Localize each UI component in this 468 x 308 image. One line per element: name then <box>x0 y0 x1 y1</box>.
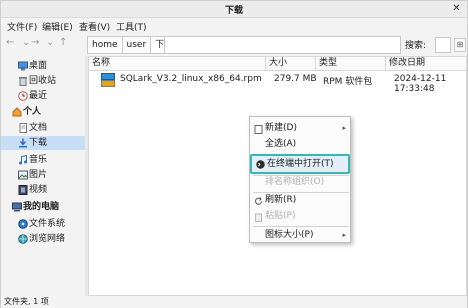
sidebar-item-network[interactable]: 浏览网络 <box>1 232 85 246</box>
menu-item-paste: 粘贴(P) <box>250 208 350 225</box>
column-header-type[interactable]: 类型 <box>316 57 386 71</box>
file-modified: 2024-12-11 17:33:48 <box>394 74 447 94</box>
file-name: SQLark_V3.2_linux_x86_64.rpm <box>120 74 262 84</box>
menu-item-sort-by: 排名称组织(O) <box>250 174 350 191</box>
back-icon[interactable]: ← <box>6 37 14 48</box>
menu-item-icon-size[interactable]: 图标大小(P) ▸ <box>250 227 350 244</box>
window-title: 下载 <box>224 6 243 16</box>
file-manager-window: 下载 ✕ 文件(F) 编辑(E) 查看(V) 工具(T) ← ⌄ → ⌄ ↑ h… <box>0 0 468 308</box>
sidebar-item-filesystem[interactable]: 文件系统 <box>1 217 85 231</box>
download-icon <box>18 138 28 148</box>
file-size: 279.7 MB <box>274 74 317 84</box>
sidebar-item-label: 我的电脑 <box>23 202 60 212</box>
sidebar-item-downloads[interactable]: 下载 <box>1 136 85 150</box>
search-input[interactable] <box>435 37 451 53</box>
picture-icon <box>18 170 28 180</box>
context-menu: 新建(D) ▸ 全选(A) 在终端中打开(T) 排名称组织(O) 刷新(R) 粘… <box>249 116 351 243</box>
terminal-icon <box>256 159 265 169</box>
paste-icon <box>254 212 263 222</box>
sidebar-item-label: 最近 <box>29 91 48 101</box>
sidebar-item-videos[interactable]: 视频 <box>1 183 85 197</box>
breadcrumb-user[interactable]: user <box>121 36 152 54</box>
menu-item-label: 粘贴(P) <box>265 211 296 221</box>
search-label: 搜索: <box>405 41 427 51</box>
forward-icon[interactable]: → <box>31 37 39 48</box>
network-icon <box>18 234 28 244</box>
menu-item-open-terminal[interactable]: 在终端中打开(T) <box>250 154 350 174</box>
video-icon <box>18 185 28 195</box>
document-icon <box>18 123 28 133</box>
title-bar: 下载 ✕ <box>1 1 467 18</box>
sidebar-item-label: 音乐 <box>29 155 48 165</box>
sidebar-item-documents[interactable]: 文档 <box>1 121 85 135</box>
close-icon[interactable]: ✕ <box>450 3 463 16</box>
dropdown-icon[interactable]: ⌄ <box>46 37 54 48</box>
computer-icon <box>12 202 22 212</box>
desktop-icon <box>18 61 28 71</box>
music-icon <box>18 154 28 165</box>
sidebar-item-label: 视频 <box>29 185 48 195</box>
sidebar-item-trash[interactable]: 回收站 <box>1 74 85 88</box>
menu-tools[interactable]: 工具(T) <box>116 20 147 33</box>
menu-item-label: 在终端中打开(T) <box>267 159 334 169</box>
menu-item-label: 新建(D) <box>265 123 297 133</box>
sidebar: 桌面 回收站 最近 个人 文档 下载 音乐 图片 视频 我的电脑 文件系统 浏览… <box>1 56 85 296</box>
dropdown-icon[interactable]: ⌄ <box>22 37 30 48</box>
column-header-size[interactable]: 大小 <box>266 57 316 71</box>
grid-view-icon[interactable]: ⊞ <box>454 38 466 52</box>
menu-item-label: 刷新(R) <box>265 195 297 205</box>
refresh-icon <box>254 196 263 205</box>
submenu-arrow-icon: ▸ <box>342 124 346 132</box>
sidebar-item-label: 下载 <box>29 138 48 148</box>
sidebar-item-label: 文档 <box>29 123 48 133</box>
sidebar-item-label: 回收站 <box>29 76 57 86</box>
menu-file[interactable]: 文件(F) <box>7 20 37 33</box>
up-icon[interactable]: ↑ <box>59 37 67 48</box>
menu-item-select-all[interactable]: 全选(A) <box>250 136 350 153</box>
sidebar-item-recent[interactable]: 最近 <box>1 89 85 103</box>
sidebar-item-label: 浏览网络 <box>29 234 66 244</box>
sidebar-item-music[interactable]: 音乐 <box>1 153 85 167</box>
recent-icon <box>18 91 28 101</box>
menu-item-label: 图标大小(P) <box>265 230 314 240</box>
menu-view[interactable]: 查看(V) <box>79 20 110 33</box>
column-header-name[interactable]: 名称 <box>89 57 266 71</box>
menu-item-new[interactable]: 新建(D) ▸ <box>250 120 350 137</box>
submenu-arrow-icon: ▸ <box>342 231 346 239</box>
rpm-package-icon <box>101 73 115 87</box>
file-type: RPM 软件包 <box>323 77 373 87</box>
menu-item-label: 排名称组织(O) <box>265 177 325 187</box>
status-bar: 文件夹, 1 项 <box>1 297 467 308</box>
menu-edit[interactable]: 编辑(E) <box>42 20 73 33</box>
menu-bar: 文件(F) 编辑(E) 查看(V) 工具(T) <box>1 18 467 34</box>
filesystem-icon <box>18 219 28 229</box>
sidebar-item-label: 图片 <box>29 170 48 180</box>
sidebar-item-label: 桌面 <box>29 61 48 71</box>
breadcrumb-home[interactable]: home <box>87 36 123 54</box>
path-field[interactable] <box>164 36 401 54</box>
home-icon <box>12 107 22 117</box>
table-row[interactable]: SQLark_V3.2_linux_x86_64.rpm 279.7 MB RP… <box>89 71 466 94</box>
column-header-modified[interactable]: 修改日期 <box>386 57 466 71</box>
sidebar-item-label: 个人 <box>23 107 42 117</box>
sidebar-item-pictures[interactable]: 图片 <box>1 168 85 182</box>
new-icon <box>254 124 263 134</box>
toolbar: ← ⌄ → ⌄ ↑ home user 下载 搜索: ⊞ <box>1 34 467 54</box>
menu-item-refresh[interactable]: 刷新(R) <box>250 192 350 209</box>
trash-icon <box>18 76 28 86</box>
sidebar-section-personal[interactable]: 个人 <box>1 105 85 119</box>
sidebar-item-label: 文件系统 <box>29 219 66 229</box>
sidebar-section-my-computer[interactable]: 我的电脑 <box>1 200 85 214</box>
menu-item-label: 全选(A) <box>265 139 297 149</box>
sidebar-item-desktop[interactable]: 桌面 <box>1 59 85 73</box>
